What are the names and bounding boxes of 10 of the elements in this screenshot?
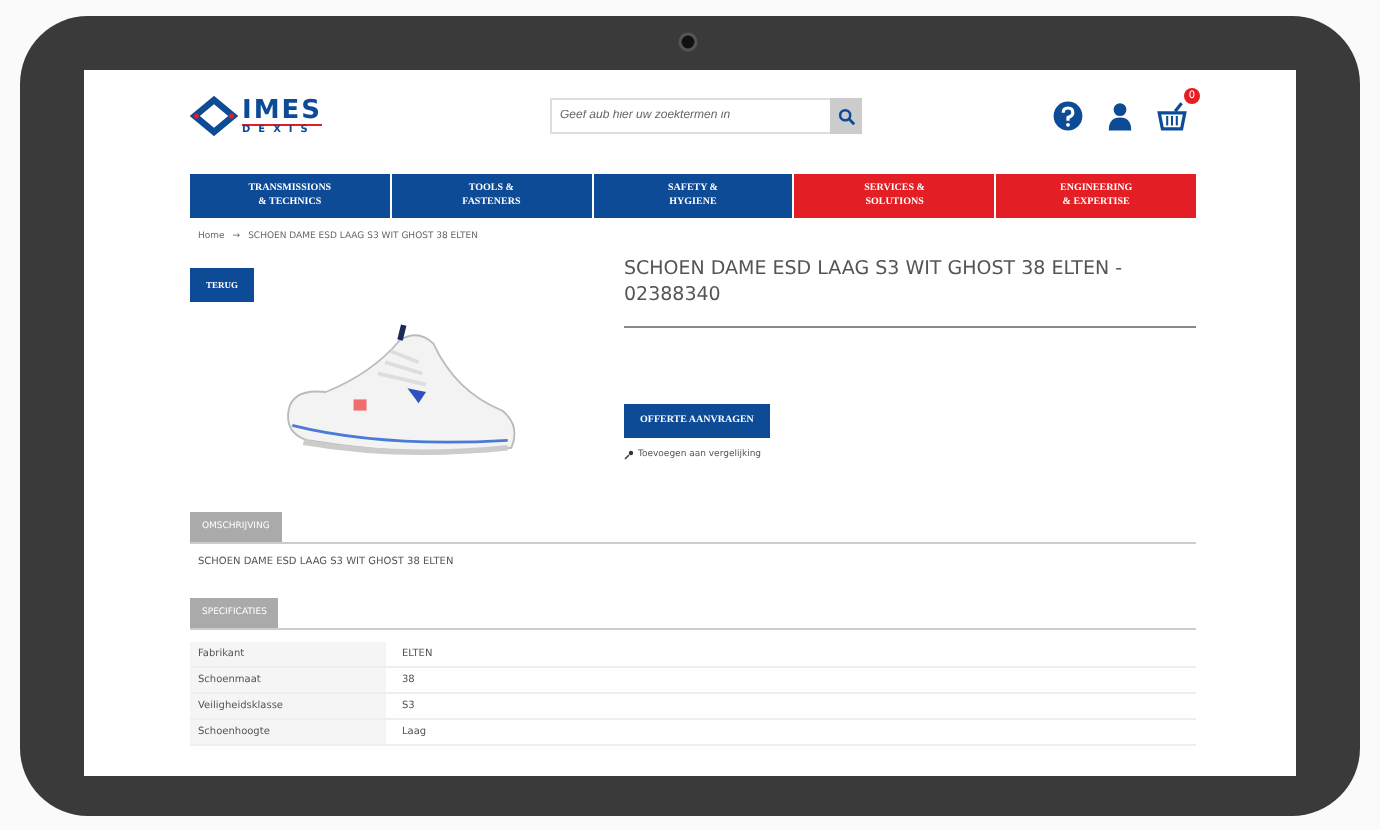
- compare-icon: [624, 449, 634, 460]
- basket-icon[interactable]: [1156, 100, 1188, 132]
- user-icon[interactable]: [1104, 100, 1136, 132]
- search-button[interactable]: [830, 98, 862, 134]
- diamond-logo-icon: [190, 96, 238, 136]
- help-icon[interactable]: [1052, 100, 1084, 132]
- camera-icon: [678, 32, 698, 52]
- search-icon: [837, 107, 855, 125]
- logo-name: IMES: [242, 97, 323, 125]
- product-title: SCHOEN DAME ESD LAAG S3 WIT GHOST 38 ELTEN - 02388340: [624, 258, 1125, 310]
